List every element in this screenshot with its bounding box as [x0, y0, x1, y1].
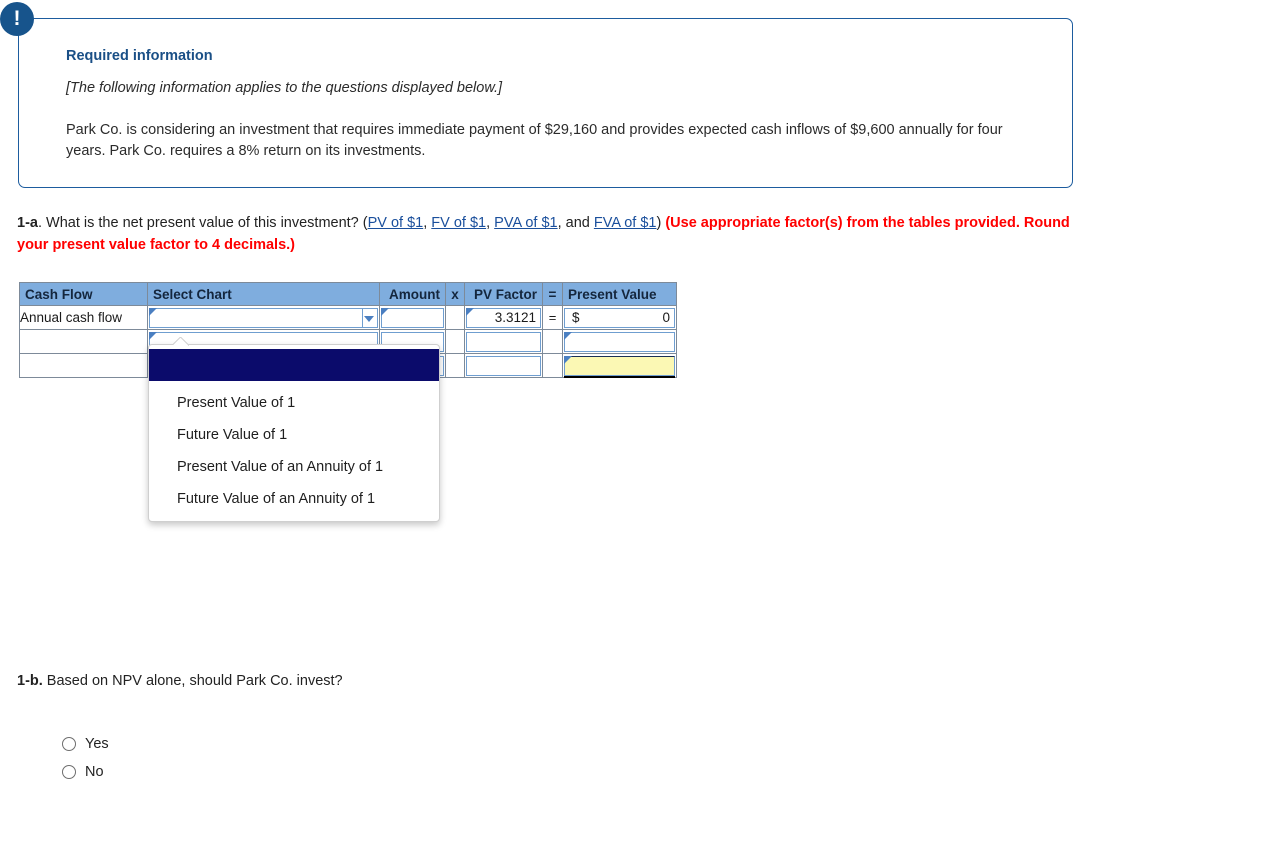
radio-option-no[interactable]: No [62, 758, 109, 786]
link-pv-of-1[interactable]: PV of $1 [368, 215, 424, 231]
dropdown-option-present-value-of-1[interactable]: Present Value of 1 [149, 387, 439, 419]
link-fva-of-1[interactable]: FVA of $1 [594, 215, 657, 231]
cell-times-row1 [445, 305, 465, 330]
callout-body: Park Co. is considering an investment th… [66, 122, 1003, 159]
invest-decision-radio-group: Yes No [62, 730, 109, 786]
radio-button-no-icon[interactable] [62, 765, 76, 779]
currency-symbol-row1: $ [572, 309, 580, 325]
amount-input-row1[interactable] [381, 307, 444, 328]
column-header-select-chart: Select Chart [147, 282, 380, 306]
radio-option-yes[interactable]: Yes [62, 730, 109, 758]
table-header-row: Cash Flow Select Chart Amount x PV Facto… [19, 282, 677, 306]
dropdown-option-future-value-annuity-of-1[interactable]: Future Value of an Annuity of 1 [149, 483, 439, 515]
dropdown-notch-icon [173, 337, 189, 346]
radio-button-yes-icon[interactable] [62, 737, 76, 751]
q1a-sep-2: , [486, 215, 495, 231]
present-value-value-row1: 0 [662, 309, 670, 325]
dropdown-option-blank[interactable] [149, 349, 439, 381]
cell-equals-row3 [542, 353, 563, 378]
link-pva-of-1[interactable]: PVA of $1 [494, 215, 557, 231]
q1a-close-paren: ) [656, 215, 666, 231]
exclamation-icon: ! [0, 2, 34, 36]
question-1b-number: 1-b. [17, 673, 43, 689]
link-fv-of-1[interactable]: FV of $1 [431, 215, 486, 231]
cell-cash-flow-label: Annual cash flow [19, 305, 148, 330]
chevron-down-icon[interactable] [364, 315, 374, 322]
question-1a-number: 1-a [17, 215, 38, 231]
question-1b-text: Based on NPV alone, should Park Co. inve… [42, 673, 343, 689]
present-value-input-row2[interactable] [564, 331, 675, 352]
q1a-sep-3: , and [557, 215, 594, 231]
pv-factor-input-row2[interactable] [466, 331, 541, 352]
present-value-cell-row1: $ 0 [564, 307, 675, 328]
question-1a-text: . What is the net present value of this … [37, 215, 368, 231]
question-1b: 1-b. Based on NPV alone, should Park Co.… [17, 673, 343, 689]
select-divider-icon [362, 308, 363, 327]
pv-factor-input-row3[interactable] [466, 355, 541, 376]
select-chart-input-row1[interactable] [149, 307, 378, 328]
radio-label-yes: Yes [85, 736, 109, 752]
cell-equals-row1: = [542, 305, 563, 330]
column-header-cash-flow: Cash Flow [19, 282, 148, 306]
pv-factor-value-row1: 3.3121 [494, 309, 536, 325]
cell-times-row3 [445, 353, 465, 378]
column-header-present-value: Present Value [562, 282, 677, 306]
required-information-callout: ! Required information [The following in… [0, 2, 1075, 190]
callout-subtitle: [The following information applies to th… [66, 80, 503, 96]
table-row: Annual cash flow 3.3121 = $ 0 [19, 305, 677, 330]
question-1a: 1-a. What is the net present value of th… [17, 212, 1077, 256]
cell-cash-flow-label-row2 [19, 329, 148, 354]
dropdown-option-future-value-of-1[interactable]: Future Value of 1 [149, 419, 439, 451]
cell-cash-flow-label-row3 [19, 353, 148, 378]
page-root: ! Required information [The following in… [0, 0, 1283, 845]
column-header-amount: Amount [379, 282, 446, 306]
callout-title: Required information [66, 48, 213, 64]
column-header-times: x [445, 282, 465, 306]
cell-equals-row2 [542, 329, 563, 354]
net-present-value-total-input[interactable] [564, 355, 675, 376]
select-chart-dropdown-menu[interactable]: Present Value of 1 Future Value of 1 Pre… [148, 344, 440, 522]
column-header-equals: = [542, 282, 563, 306]
callout-box [18, 18, 1073, 188]
pv-factor-input-row1[interactable]: 3.3121 [466, 307, 541, 328]
radio-label-no: No [85, 764, 104, 780]
cell-times-row2 [445, 329, 465, 354]
column-header-pv-factor: PV Factor [464, 282, 543, 306]
select-chart-dropdown-row1[interactable] [148, 307, 379, 328]
dropdown-option-present-value-annuity-of-1[interactable]: Present Value of an Annuity of 1 [149, 451, 439, 483]
